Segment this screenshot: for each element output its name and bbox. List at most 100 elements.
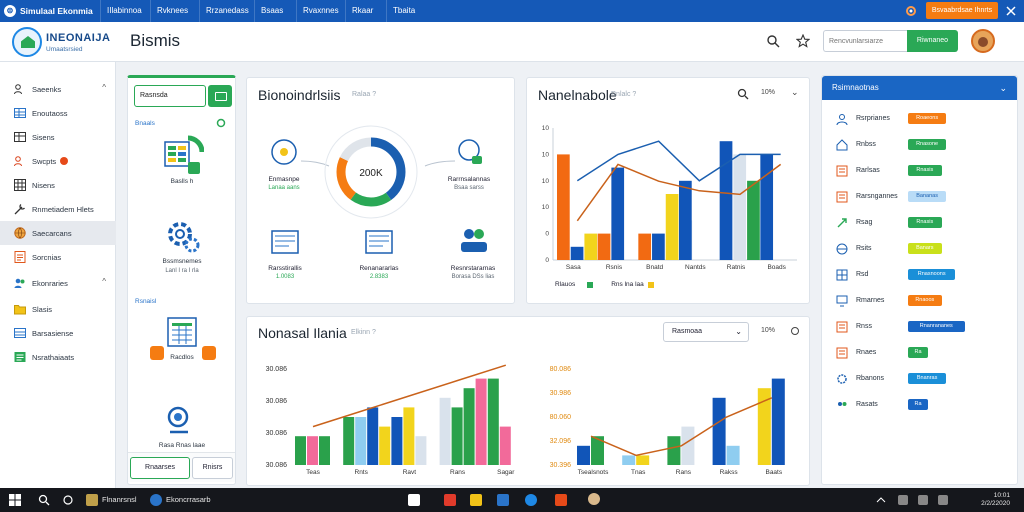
chevron-up-icon[interactable] — [876, 495, 886, 505]
bar — [379, 426, 391, 465]
sidebar-item-label: Nsrathaiaats — [32, 352, 75, 362]
x-tick-label: Rnts — [355, 469, 369, 476]
document-icon — [271, 230, 299, 254]
top-tab-7[interactable]: Tbaita — [386, 0, 421, 22]
right-panel-row[interactable]: Rarsngannes Bananas — [822, 186, 1017, 208]
app-icon[interactable] — [555, 494, 567, 506]
bar — [307, 436, 318, 465]
section-label: Rsnaisl — [135, 298, 157, 305]
gear-icon[interactable] — [164, 218, 202, 256]
right-panel-row[interactable]: Rsits Banars — [822, 238, 1017, 260]
bar — [679, 180, 692, 260]
bar — [451, 407, 463, 465]
legend-swatch — [647, 281, 654, 288]
top-tab-2[interactable]: Rvknees — [150, 0, 194, 22]
user-avatar[interactable] — [971, 29, 995, 53]
right-panel-row[interactable]: Rsag Rnasis — [822, 212, 1017, 234]
sidebar-item-11[interactable]: Barsasiense — [0, 321, 116, 345]
top-tab-5[interactable]: Rvaxnnes — [296, 0, 345, 22]
windows-start-icon[interactable] — [9, 494, 21, 506]
status-badge: Ra — [908, 347, 928, 358]
trend-line — [576, 140, 781, 182]
status-badge: Rnasone — [908, 139, 947, 150]
top-tab-3[interactable]: Rrzanedass — [199, 0, 255, 22]
taskbar-app-label: Flnanrsnsl — [102, 495, 137, 504]
sidebar-item-8[interactable]: Sorcnias — [0, 245, 116, 269]
right-panel-row[interactable]: Rnaes Ra — [822, 342, 1017, 364]
row-label: Rnaes — [856, 349, 877, 356]
right-panel-row[interactable]: Rasats Ra — [822, 394, 1017, 416]
right-panel-row[interactable]: Rbanons Bnanras — [822, 368, 1017, 390]
info-icon[interactable] — [790, 326, 800, 336]
taskbar-app-1[interactable]: Flnanrsnsl — [86, 488, 137, 512]
right-panel-row[interactable]: Rnss Rnanrananes — [822, 316, 1017, 338]
sidebar-item-12[interactable]: Nsrathaiaats — [0, 345, 116, 369]
clock[interactable]: 10:01 2/2/22020 — [981, 492, 1010, 508]
right-panel-row[interactable]: Rnbss Rnasone — [822, 134, 1017, 156]
sidebar-item-6[interactable]: Rnmetiadem Hlets — [0, 197, 116, 221]
user-icon[interactable] — [588, 493, 600, 505]
chat-icon[interactable] — [62, 494, 74, 506]
star-icon[interactable] — [796, 34, 810, 48]
app-icon — [86, 494, 98, 506]
top-tab-4[interactable]: Bsaas — [254, 0, 289, 22]
volume-icon[interactable] — [918, 495, 928, 505]
network-icon[interactable] — [898, 495, 908, 505]
sidebar-item-3[interactable]: Sisens — [0, 125, 116, 149]
search-input[interactable] — [823, 30, 907, 52]
app-icon[interactable] — [497, 494, 509, 506]
right-panel-header[interactable]: Rsimnaotnas ⌄ — [822, 76, 1017, 100]
folder-icon[interactable] — [470, 494, 482, 506]
card-value: Lanl I ra I rla — [165, 268, 199, 274]
chevron-up-icon[interactable]: ^ — [102, 277, 106, 286]
battery-icon[interactable] — [938, 495, 948, 505]
header-action-button[interactable]: Riwnaneo — [907, 30, 958, 52]
people-icon — [14, 278, 25, 288]
sidebar-item-1[interactable]: Saeenks ^ — [0, 77, 116, 101]
search-icon[interactable] — [737, 88, 749, 100]
zoom-level: 10% — [761, 89, 776, 96]
right-panel-row[interactable]: Rmarnes Rnaoos — [822, 290, 1017, 312]
app-name: Simulaal Ekonmia — [20, 6, 93, 16]
sidebar-item-4[interactable]: Swcpts — [0, 149, 116, 173]
settings-icon[interactable] — [905, 5, 917, 17]
right-panel-row[interactable]: Rarlsas Rnasis — [822, 160, 1017, 182]
chevron-up-icon[interactable]: ^ — [102, 83, 106, 92]
right-panel-row[interactable]: Rsrprianes Roaeons — [822, 108, 1017, 130]
cards-view-button[interactable] — [208, 85, 232, 107]
taskbar-app-2[interactable]: Ekoncrrasarb — [150, 488, 211, 512]
close-icon[interactable] — [1006, 6, 1016, 16]
taskview-icon[interactable] — [408, 494, 420, 506]
footer-button-primary[interactable]: Rnaarses — [130, 457, 190, 479]
top-tab-6[interactable]: Rkaar — [345, 0, 379, 22]
sidebar-item-2[interactable]: Enoutaoss — [0, 101, 116, 125]
sidebar-item-label: Saeenks — [32, 84, 62, 94]
sidebar-item-5[interactable]: Nisens — [0, 173, 116, 197]
search-icon[interactable] — [164, 404, 198, 438]
search-icon[interactable] — [38, 494, 50, 506]
chevron-down-icon[interactable]: ⌄ — [999, 76, 1007, 100]
app-brand[interactable]: ⊜ Simulaal Ekonmia — [4, 0, 93, 22]
row-label: Rbanons — [856, 375, 885, 382]
cards-filter-field[interactable]: Rasnsda — [134, 85, 206, 107]
search-icon[interactable] — [766, 34, 780, 48]
sidebar-item-7[interactable]: Saecarcans — [0, 221, 116, 245]
footer-button-secondary[interactable]: Rnisrs — [192, 457, 233, 479]
spreadsheet-icon[interactable] — [162, 134, 204, 176]
x-tick-label: Bnatd — [646, 264, 663, 271]
top-action-button[interactable]: Bsvaabrdsae Ihnrts — [926, 2, 998, 19]
app-icon[interactable] — [444, 494, 456, 506]
browser-icon[interactable] — [525, 494, 537, 506]
bar — [355, 417, 367, 465]
y-tick-label: 10 — [542, 151, 550, 158]
chevron-down-icon[interactable]: ⌄ — [791, 87, 799, 98]
period-select[interactable]: Rasmoaa ⌄ — [663, 322, 749, 342]
bio-item-label: Rarrnsalannas — [447, 176, 491, 183]
top-tab-1[interactable]: IIlabinnoa — [100, 0, 148, 22]
sidebar-item-9[interactable]: Ekonraries ^ — [0, 271, 116, 295]
right-panel-row[interactable]: Rsd Rnasnoons — [822, 264, 1017, 286]
bottom-panel: Nonasal Ilania Elkinn ? Rasmoaa ⌄ 10% 30… — [246, 316, 810, 486]
sidebar-item-10[interactable]: Slasis — [0, 297, 116, 321]
refresh-icon[interactable] — [216, 118, 226, 128]
x-tick-label: Rans — [676, 469, 692, 476]
